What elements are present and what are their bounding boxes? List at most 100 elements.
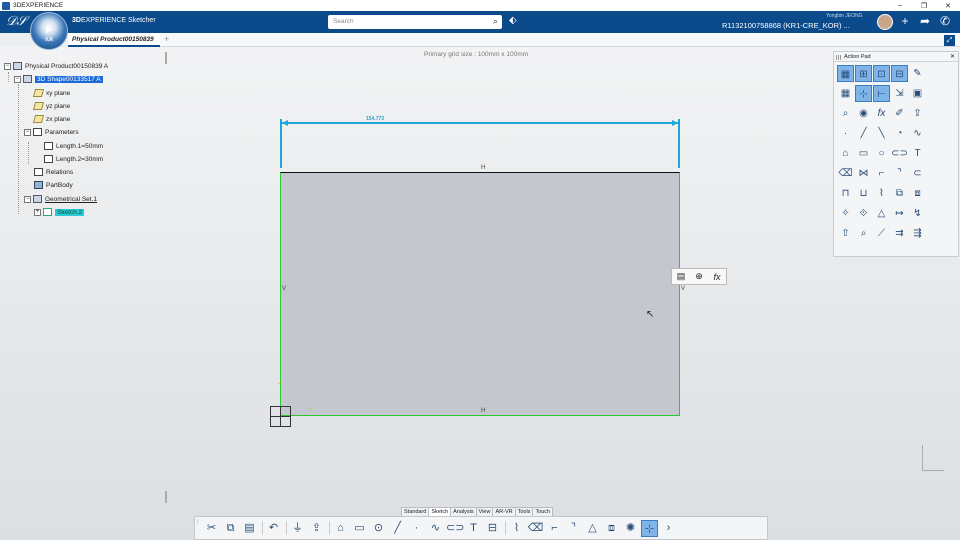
exit-app-icon[interactable]: ⇪ bbox=[308, 520, 325, 537]
triangle-icon[interactable]: △ bbox=[873, 205, 890, 222]
close-button[interactable]: ✕ bbox=[936, 2, 960, 10]
grip-icon[interactable] bbox=[836, 55, 841, 60]
tree-node-3d-shape[interactable]: − 3D Shape00133517 A bbox=[14, 75, 103, 85]
search-input[interactable]: Search ⌕ bbox=[328, 15, 502, 29]
tree-node-root[interactable]: − Physical Product00150839 A bbox=[4, 62, 108, 72]
snap-icon[interactable]: ✺ bbox=[622, 520, 639, 537]
tree-node-relations[interactable]: Relations bbox=[34, 168, 73, 178]
chamfer-icon[interactable]: ⌝ bbox=[891, 165, 908, 182]
intersect-icon[interactable]: ⊔ bbox=[855, 185, 872, 202]
output-icon[interactable]: ⇉ bbox=[891, 225, 908, 242]
constraint-vertical-right[interactable]: V bbox=[681, 286, 685, 292]
constraint-vertical-left[interactable]: V bbox=[282, 286, 286, 292]
tree-node-zx-plane[interactable]: zx plane bbox=[32, 115, 70, 125]
add-icon[interactable]: + bbox=[898, 14, 912, 28]
restore-button[interactable]: ❐ bbox=[912, 2, 936, 10]
transform-icon[interactable]: ⧈ bbox=[603, 520, 620, 537]
action-pad-close-button[interactable]: ✕ bbox=[950, 53, 955, 60]
eraser-icon[interactable]: ⌫ bbox=[837, 165, 854, 182]
conic-icon[interactable]: ◔ bbox=[891, 125, 908, 142]
analysis-icon[interactable]: ⌕ bbox=[855, 225, 872, 242]
constraint-solve-icon[interactable]: ✧ bbox=[837, 205, 854, 222]
spline-icon[interactable]: ∿ bbox=[909, 125, 926, 142]
tree-node-xy-plane[interactable]: xy plane bbox=[32, 89, 70, 99]
tree-node-length1[interactable]: Length.1=50mm bbox=[44, 142, 103, 152]
axis-line-icon[interactable]: ╲ bbox=[873, 125, 890, 142]
circle-icon[interactable]: ⊙ bbox=[370, 520, 387, 537]
platform-selector[interactable]: R1132100758868 (KR1-CRE_KOR) ... bbox=[722, 21, 850, 30]
tree-node-sketch[interactable]: + Sketch.2 bbox=[34, 208, 85, 218]
profile-icon[interactable]: ⌂ bbox=[332, 520, 349, 537]
angle-icon[interactable]: ↯ bbox=[909, 205, 926, 222]
undo-icon[interactable]: ↶ bbox=[265, 520, 282, 537]
dimension-line[interactable] bbox=[281, 122, 679, 124]
dimensional-constraints-icon[interactable]: ⊢ bbox=[873, 85, 890, 102]
dimension-mode-icon[interactable]: ⊟ bbox=[891, 65, 908, 82]
distance-icon[interactable]: ↦ bbox=[891, 205, 908, 222]
formula-icon[interactable]: fx bbox=[710, 272, 724, 282]
share-icon[interactable]: ➦ bbox=[918, 14, 932, 28]
add-tab-button[interactable]: + bbox=[164, 34, 169, 44]
collapse-icon[interactable]: − bbox=[14, 75, 21, 83]
symmetry-icon[interactable]: ⟐ bbox=[855, 205, 872, 222]
action-pad-header[interactable]: Action Pad ✕ bbox=[834, 52, 958, 62]
tree-node-parameters[interactable]: − Parameters bbox=[24, 128, 79, 138]
grid-snap-icon[interactable]: ⊹ bbox=[641, 519, 658, 537]
collapse-icon[interactable]: − bbox=[4, 62, 11, 70]
paste-icon[interactable]: ▤ bbox=[241, 520, 258, 537]
zoom-icon[interactable]: ⌕ bbox=[837, 105, 854, 122]
profile-icon[interactable]: ⌂ bbox=[837, 145, 854, 162]
collapse-icon[interactable]: − bbox=[24, 128, 31, 136]
rectangle-icon[interactable]: ▭ bbox=[351, 520, 368, 537]
more-icon[interactable]: › bbox=[660, 520, 677, 537]
tag-icon[interactable]: ⬖ bbox=[509, 15, 517, 26]
grid-display-icon[interactable]: ▦ bbox=[837, 85, 854, 102]
minimize-button[interactable]: – bbox=[888, 2, 912, 10]
auto-constraint-icon[interactable]: ⊡ bbox=[873, 65, 890, 82]
mirror-icon[interactable]: ⧈ bbox=[909, 185, 926, 202]
grip-icon[interactable]: ⁞ bbox=[197, 520, 199, 526]
collapse-icon[interactable]: − bbox=[24, 195, 31, 203]
panel-splitter-bottom[interactable] bbox=[165, 491, 167, 503]
copy-icon[interactable]: ⧉ bbox=[222, 520, 239, 537]
measure-icon[interactable]: ⟋ bbox=[873, 225, 890, 242]
search-icon[interactable]: ⌕ bbox=[493, 16, 498, 27]
rectangle-icon[interactable]: ▭ bbox=[855, 145, 872, 162]
tree-node-length2[interactable]: Length.2=30mm bbox=[44, 155, 103, 165]
tree-node-partbody[interactable]: PartBody bbox=[34, 181, 73, 191]
cut-icon[interactable]: ✂ bbox=[203, 520, 220, 537]
export-icon[interactable]: ⇪ bbox=[909, 105, 926, 122]
grid-icon[interactable]: ▦ bbox=[837, 65, 854, 82]
text-icon[interactable]: T bbox=[909, 145, 926, 162]
offset-icon[interactable]: ⧉ bbox=[891, 185, 908, 202]
avatar[interactable] bbox=[877, 14, 893, 30]
sketch-analysis-icon[interactable]: ✎ bbox=[909, 65, 926, 82]
snap-to-grid-icon[interactable]: ⊞ bbox=[855, 65, 872, 82]
line-icon[interactable]: ╱ bbox=[855, 125, 872, 142]
constraint-horizontal-bottom[interactable]: H bbox=[481, 408, 485, 414]
constraint-icon[interactable]: ▤ bbox=[674, 271, 688, 282]
geometric-constraints-icon[interactable]: ⊹ bbox=[855, 85, 872, 102]
slot-icon[interactable]: ⊂⊃ bbox=[446, 520, 464, 537]
spline-icon[interactable]: ∿ bbox=[427, 520, 444, 537]
trim-icon[interactable]: ⋈ bbox=[855, 165, 872, 182]
tab-physical-product[interactable]: Physical Product00150839 bbox=[68, 33, 160, 47]
fit-all-icon[interactable]: ⤢ bbox=[944, 35, 955, 46]
project-icon[interactable]: ⊓ bbox=[837, 185, 854, 202]
eraser-icon[interactable]: ⌫ bbox=[527, 520, 544, 537]
lock-icon[interactable]: ⊕ bbox=[692, 271, 706, 282]
dimension-value[interactable]: 154.773 bbox=[366, 116, 384, 122]
circle-icon[interactable]: ○ bbox=[873, 145, 890, 162]
communicate-icon[interactable]: ✆ bbox=[938, 14, 952, 28]
attach-icon[interactable]: ⌇ bbox=[508, 520, 525, 537]
compass-icon[interactable]: ▶ V.R bbox=[30, 12, 68, 50]
point-icon[interactable]: · bbox=[837, 125, 854, 142]
triangle-icon[interactable]: △ bbox=[584, 520, 601, 537]
expand-icon[interactable]: + bbox=[34, 208, 41, 216]
constraint-icon[interactable]: ⊟ bbox=[484, 520, 501, 537]
chamfer-icon[interactable]: ⌝ bbox=[565, 520, 582, 537]
3d-viewport[interactable]: Primary grid size : 100mm x 100mm − Physi… bbox=[0, 47, 960, 540]
arc-icon[interactable]: ⊂ bbox=[909, 165, 926, 182]
tree-node-yz-plane[interactable]: yz plane bbox=[32, 102, 70, 112]
pencil-icon[interactable]: ✐ bbox=[891, 105, 908, 122]
